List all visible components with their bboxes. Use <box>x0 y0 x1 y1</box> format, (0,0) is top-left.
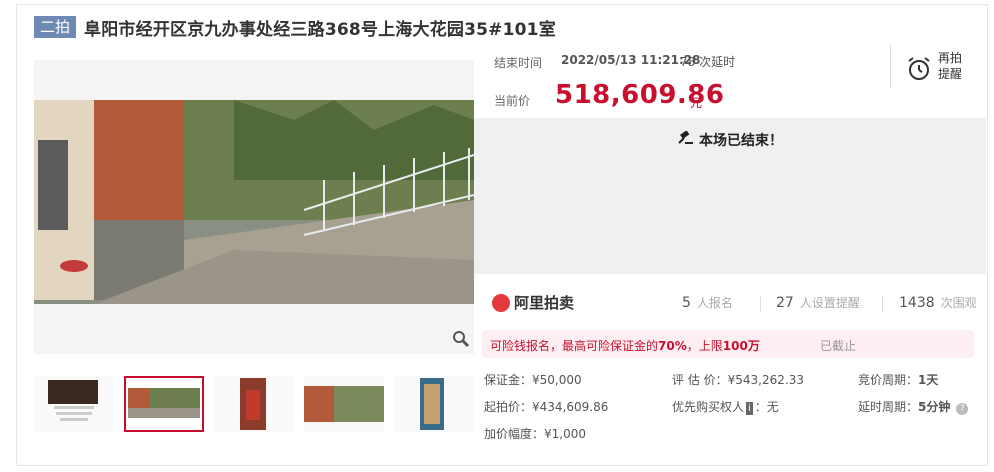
thumbnail-3[interactable] <box>214 376 294 432</box>
delay-count: 78 <box>680 55 696 69</box>
increment-info: 加价幅度：¥1,000 <box>484 425 586 442</box>
priority-info: 优先购买权人 i ：无 <box>672 398 779 415</box>
stat-signups-unit: 人报名 <box>696 296 733 310</box>
extension-info: 延时周期：5分钟? <box>858 398 969 415</box>
deposit-info: 保证金：¥50,000 <box>484 371 582 388</box>
start-price-value: ¥434,609.86 <box>532 400 609 414</box>
ended-text: 本场已结束！ <box>699 133 783 149</box>
auction-ended: 本场已结束！ <box>474 130 986 150</box>
stat-reminders-unit: 人设置提醒 <box>799 296 860 310</box>
deposit-label: 保证金： <box>484 373 533 387</box>
thumbnail-5[interactable] <box>394 376 474 432</box>
zoom-icon[interactable] <box>452 330 474 354</box>
delay-suffix: 次延时 <box>699 55 736 69</box>
divider <box>760 296 761 312</box>
appraisal-label: 评 估 价： <box>672 373 728 387</box>
start-price-label: 起拍价： <box>484 400 533 414</box>
stat-signups-value: 5 <box>682 295 691 311</box>
remind-label: 再拍提醒 <box>938 51 963 81</box>
priority-label: 优先购买权人 <box>672 400 745 414</box>
priority-value: ：无 <box>754 400 779 414</box>
ali-auction-logo[interactable]: 阿里拍卖 <box>492 292 574 313</box>
stats-bar: 阿里拍卖 5 人报名 27 人设置提醒 1438 次围观 <box>474 284 986 322</box>
thumbnail-1[interactable] <box>34 376 114 432</box>
deposit-value: ¥50,000 <box>532 373 582 387</box>
stat-signups: 5 人报名 <box>682 294 733 311</box>
alarm-clock-icon <box>908 57 930 80</box>
title-row: 二拍 阜阳市经开区京九办事处经三路368号上海大花园35#101室 <box>34 14 556 40</box>
main-photo[interactable] <box>34 60 474 354</box>
extension-value: 5分钟 <box>918 400 951 414</box>
start-price-info: 起拍价：¥434,609.86 <box>484 398 608 415</box>
logo-text: 阿里拍卖 <box>514 294 575 312</box>
end-time-label: 结束时间 <box>494 56 543 70</box>
notice-pct: 70% <box>658 339 687 353</box>
insurance-notice[interactable]: 可险钱报名，最高可险保证金的70%，上限100万 已截止 <box>482 330 974 358</box>
stat-views-value: 1438 <box>899 295 935 311</box>
stat-views-unit: 次围观 <box>940 296 977 310</box>
gavel-icon <box>677 130 693 149</box>
remind-button[interactable]: 再拍提醒 <box>904 50 968 86</box>
help-icon[interactable]: ? <box>956 403 969 415</box>
thumbnail-2[interactable] <box>124 376 204 432</box>
notice-mid: ，上限 <box>686 339 723 353</box>
stat-reminders: 27 人设置提醒 <box>776 294 860 311</box>
thumbnail-4[interactable] <box>304 376 384 432</box>
notice-cap: 100万 <box>722 339 760 353</box>
round-badge: 二拍 <box>34 16 77 38</box>
divider <box>882 296 883 312</box>
stat-views: 1438 次围观 <box>899 294 977 311</box>
notice-prefix: 可险钱报名，最高可险保证金的 <box>490 339 659 353</box>
appraisal-value: ¥543,262.33 <box>727 373 804 387</box>
extension-label: 延时周期： <box>858 400 919 414</box>
stat-reminders-value: 27 <box>776 295 794 311</box>
notice-text: 可险钱报名，最高可险保证金的70%，上限100万 <box>490 337 760 354</box>
auction-status-box: 本场已结束！ <box>474 118 986 274</box>
price-unit: 元 <box>690 96 703 110</box>
cycle-info: 竞价周期：1天 <box>858 371 938 388</box>
cycle-label: 竞价周期： <box>858 373 919 387</box>
logo-icon <box>492 293 510 312</box>
page-title: 阜阳市经开区京九办事处经三路368号上海大花园35#101室 <box>84 19 556 40</box>
cycle-value: 1天 <box>918 373 939 387</box>
notice-status: 已截止 <box>820 339 857 353</box>
delay-info: 78 次延时 <box>680 53 735 70</box>
increment-label: 加价幅度： <box>484 427 545 441</box>
divider <box>890 44 891 88</box>
current-price-label: 当前价 <box>494 94 531 108</box>
increment-value: ¥1,000 <box>544 427 587 441</box>
priority-tag[interactable]: i <box>746 402 753 415</box>
appraisal-info: 评 估 价：¥543,262.33 <box>672 371 804 388</box>
photo-scene <box>34 60 474 354</box>
